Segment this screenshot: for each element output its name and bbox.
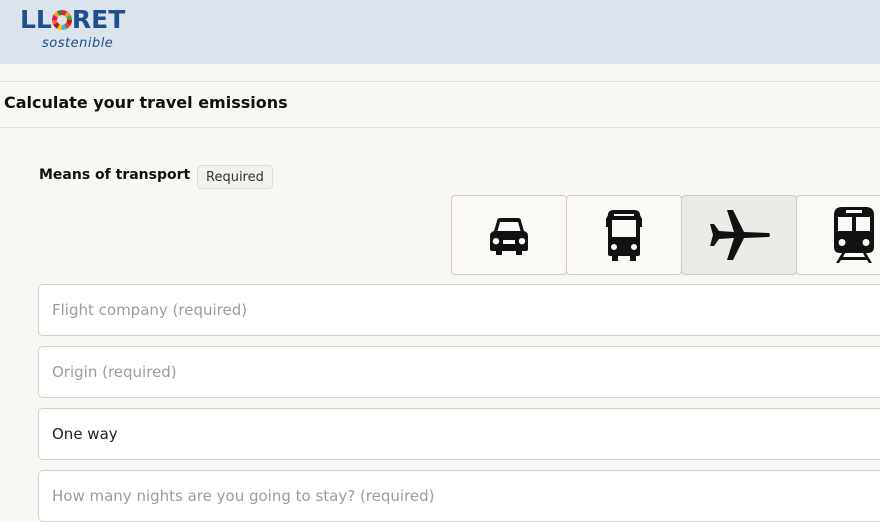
- bus-icon: [606, 210, 642, 261]
- trip-type-value: One way: [52, 425, 118, 443]
- origin-input[interactable]: [38, 346, 880, 398]
- lloret-sostenible-logo[interactable]: LL RET sostenible: [20, 6, 160, 56]
- logo-text-part: LL: [20, 5, 52, 34]
- page-title: Calculate your travel emissions: [4, 93, 288, 112]
- airplane-icon: [710, 210, 770, 260]
- sdg-ring-icon: [51, 10, 72, 30]
- flight-company-input[interactable]: [38, 284, 880, 336]
- logo-text-part: RET: [71, 5, 126, 34]
- logo-wordmark: LL RET: [20, 6, 125, 34]
- train-icon: [834, 207, 874, 263]
- transport-car-button[interactable]: [451, 195, 567, 275]
- trip-type-select[interactable]: One way: [38, 408, 880, 460]
- divider: [0, 127, 880, 128]
- site-header: LL RET sostenible: [0, 0, 880, 64]
- nights-input[interactable]: [38, 470, 880, 522]
- divider: [0, 81, 880, 82]
- transport-bus-button[interactable]: [566, 195, 682, 275]
- transport-label: Means of transport: [39, 167, 191, 183]
- logo-subtitle: sostenible: [42, 36, 114, 51]
- transport-plane-button[interactable]: [681, 195, 797, 275]
- required-badge: Required: [197, 165, 273, 189]
- car-icon: [490, 218, 528, 255]
- transport-train-button[interactable]: [796, 195, 880, 275]
